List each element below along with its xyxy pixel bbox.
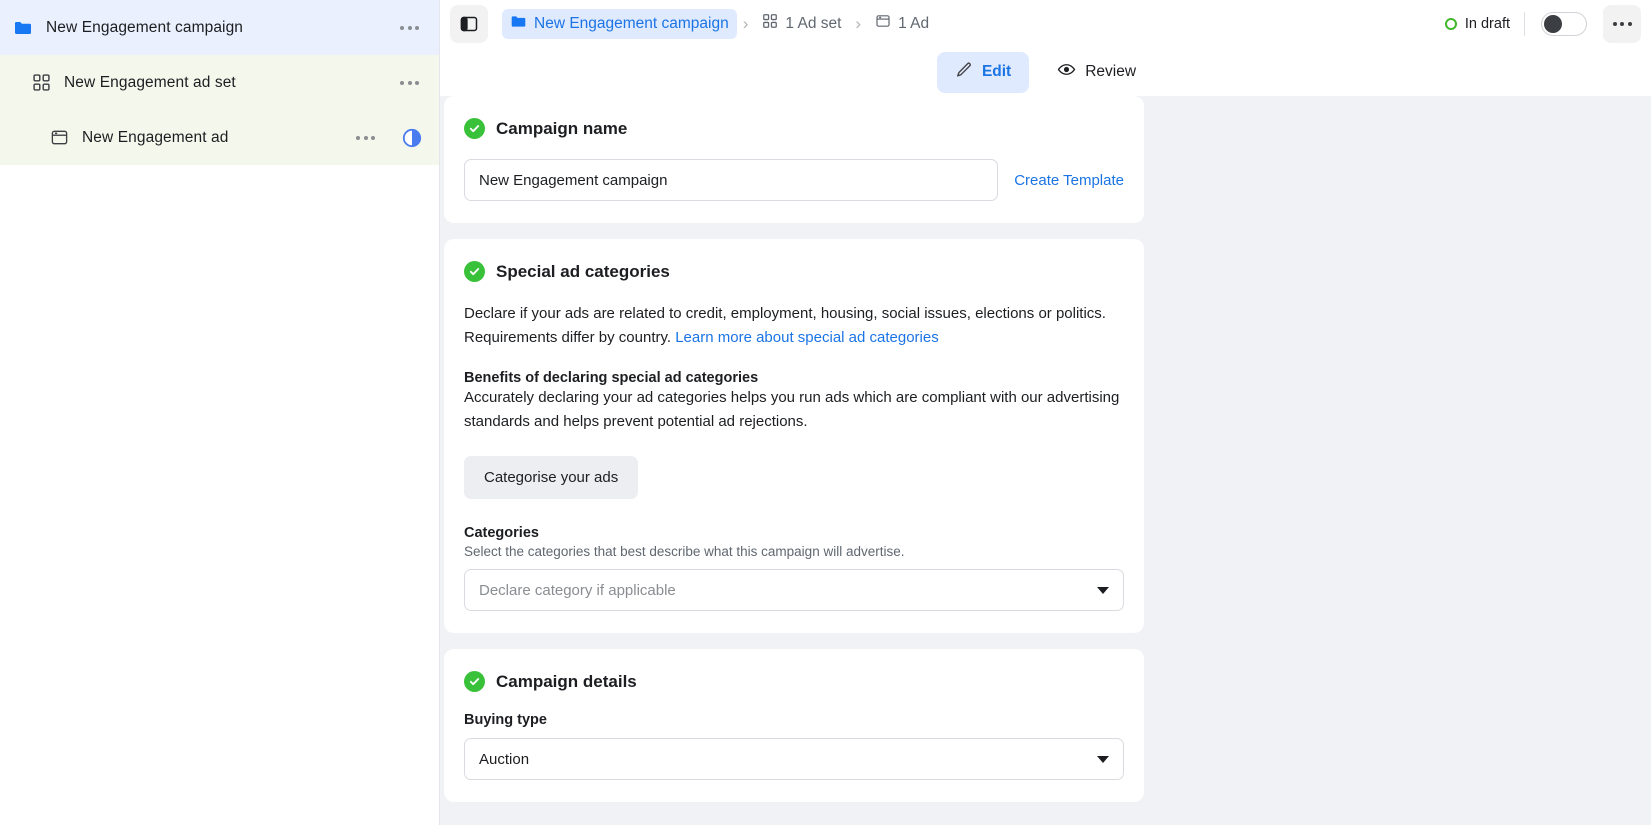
categories-select[interactable]: Declare category if applicable — [464, 569, 1124, 611]
status-label: In draft — [1465, 16, 1510, 32]
buying-type-select[interactable]: Auction — [464, 738, 1124, 780]
publish-toggle[interactable] — [1541, 12, 1587, 36]
card-campaign-name: Campaign name Create Template — [444, 96, 1144, 223]
eye-icon — [1057, 60, 1076, 84]
folder-icon — [510, 13, 527, 35]
learn-more-link[interactable]: Learn more about special ad categories — [675, 329, 939, 346]
folder-icon — [12, 17, 34, 39]
check-circle-icon — [464, 671, 485, 692]
buying-type-label: Buying type — [464, 712, 1124, 728]
breadcrumb: New Engagement campaign › 1 Ad set › — [502, 9, 937, 39]
breadcrumb-item-adset[interactable]: 1 Ad set — [754, 9, 849, 38]
pencil-icon — [955, 61, 973, 84]
sidebar-adset-more-icon[interactable] — [396, 75, 423, 91]
card-special-ad-categories: Special ad categories Declare if your ad… — [444, 239, 1144, 633]
sidebar-item-ad[interactable]: New Engagement ad — [0, 110, 439, 165]
sidebar-campaign-more-icon[interactable] — [396, 20, 423, 36]
campaign-name-input[interactable] — [464, 159, 998, 201]
card-header: Campaign details — [464, 671, 1124, 692]
card-campaign-details-title: Campaign details — [496, 672, 637, 692]
adset-grid-icon — [762, 13, 778, 34]
status-dot-icon — [1445, 18, 1457, 30]
kebab-menu-icon[interactable] — [1603, 5, 1641, 43]
sidebar-ad-more-icon[interactable] — [352, 130, 379, 146]
ad-window-icon — [875, 13, 891, 34]
app-root: New Engagement campaign New Engagement a… — [0, 0, 1651, 825]
categories-select-value: Declare category if applicable — [479, 582, 676, 599]
chevron-down-icon — [1097, 587, 1109, 594]
check-circle-icon — [464, 261, 485, 282]
tab-review[interactable]: Review — [1039, 51, 1154, 93]
edit-review-tabs: Edit Review — [440, 48, 1651, 96]
breadcrumb-separator: › — [855, 15, 861, 32]
divider — [1524, 12, 1525, 36]
main-area: New Engagement campaign › 1 Ad set › — [440, 0, 1651, 825]
sidebar-item-campaign-label: New Engagement campaign — [46, 19, 243, 37]
card-campaign-details: Campaign details Buying type Auction — [444, 649, 1144, 802]
card-header: Special ad categories — [464, 261, 1124, 282]
chevron-down-icon — [1097, 756, 1109, 763]
benefits-heading: Benefits of declaring special ad categor… — [464, 370, 1124, 386]
buying-type-value: Auction — [479, 751, 529, 768]
breadcrumb-item-adset-label: 1 Ad set — [785, 15, 841, 33]
contrast-icon[interactable] — [401, 127, 423, 149]
benefits-text: Accurately declaring your ad categories … — [464, 386, 1124, 434]
sidebar-item-ad-label: New Engagement ad — [82, 129, 228, 147]
sidebar-panel-icon[interactable] — [450, 5, 488, 43]
card-campaign-name-title: Campaign name — [496, 119, 627, 139]
ad-window-icon — [48, 127, 70, 149]
breadcrumb-item-campaign-label: New Engagement campaign — [534, 15, 729, 33]
breadcrumb-item-ad[interactable]: 1 Ad — [867, 9, 937, 38]
status-badge: In draft — [1445, 16, 1524, 32]
breadcrumb-separator: › — [743, 15, 749, 32]
create-template-link[interactable]: Create Template — [1014, 172, 1124, 189]
form-column: Campaign name Create Template Special ad… — [444, 96, 1144, 802]
card-header: Campaign name — [464, 118, 1124, 139]
special-ad-description: Declare if your ads are related to credi… — [464, 302, 1124, 350]
tab-edit-label: Edit — [982, 63, 1011, 81]
tab-review-label: Review — [1085, 63, 1136, 81]
breadcrumb-item-campaign[interactable]: New Engagement campaign — [502, 9, 737, 39]
card-special-ad-categories-title: Special ad categories — [496, 262, 670, 282]
toggle-knob — [1544, 15, 1562, 33]
tab-edit[interactable]: Edit — [937, 52, 1029, 93]
campaign-name-row: Create Template — [464, 159, 1124, 201]
sidebar-item-campaign[interactable]: New Engagement campaign — [0, 0, 439, 55]
sidebar-item-adset[interactable]: New Engagement ad set — [0, 55, 439, 110]
toolbar-right-group: In draft — [1445, 5, 1643, 43]
adset-grid-icon — [30, 72, 52, 94]
top-toolbar: New Engagement campaign › 1 Ad set › — [440, 0, 1651, 48]
categories-help-text: Select the categories that best describe… — [464, 544, 1124, 559]
sidebar-item-adset-label: New Engagement ad set — [64, 74, 236, 92]
categories-label: Categories — [464, 525, 1124, 541]
form-scroll-area[interactable]: Campaign name Create Template Special ad… — [440, 96, 1651, 825]
categorise-your-ads-button[interactable]: Categorise your ads — [464, 456, 638, 499]
navigation-sidebar: New Engagement campaign New Engagement a… — [0, 0, 440, 825]
check-circle-icon — [464, 118, 485, 139]
breadcrumb-item-ad-label: 1 Ad — [898, 15, 929, 33]
